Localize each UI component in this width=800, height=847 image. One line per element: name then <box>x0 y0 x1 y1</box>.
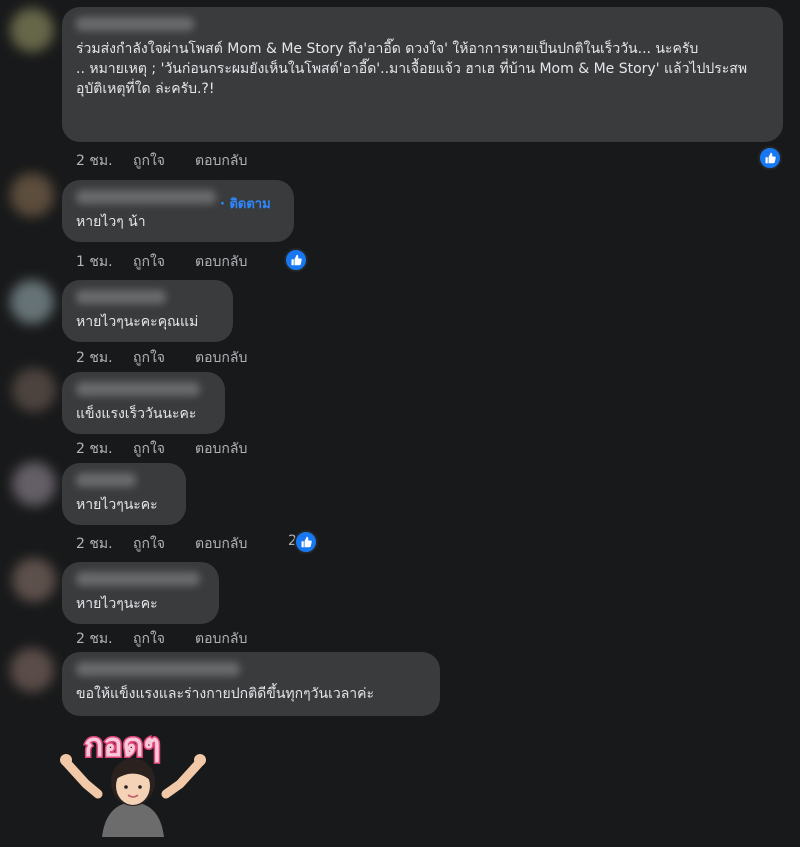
comment-actions: 2 ชม. ถูกใจ ตอบกลับ <box>76 150 247 172</box>
author-name[interactable] <box>76 473 136 487</box>
avatar[interactable] <box>12 462 56 506</box>
reply-button[interactable]: ตอบกลับ <box>195 438 247 460</box>
comment-actions: 1 ชม. ถูกใจ ตอบกลับ <box>76 251 247 273</box>
reply-button[interactable]: ตอบกลับ <box>195 628 247 650</box>
like-button[interactable]: ถูกใจ <box>133 347 195 369</box>
comment-text: ร่วมส่งกำลังใจผ่านโพสต์ Mom & Me Story ถ… <box>76 41 748 97</box>
reply-button[interactable]: ตอบกลับ <box>195 533 247 555</box>
like-button[interactable]: ถูกใจ <box>133 150 195 172</box>
avatar[interactable] <box>10 173 54 217</box>
comment-bubble: หายไวๆนะคะ <box>62 463 186 525</box>
like-button[interactable]: ถูกใจ <box>133 251 195 273</box>
author-name[interactable] <box>76 17 194 31</box>
author-name[interactable] <box>76 290 166 304</box>
comment-actions: 2 ชม. ถูกใจ ตอบกลับ <box>76 628 247 650</box>
reply-button[interactable]: ตอบกลับ <box>195 347 247 369</box>
timestamp[interactable]: 2 ชม. <box>76 150 133 172</box>
avatar[interactable] <box>10 280 54 324</box>
sticker-text: กอดๆ <box>84 726 161 764</box>
comment-bubble: แข็งแรงเร็ววันนะคะ <box>62 372 225 434</box>
follow-link[interactable]: · ติดตาม <box>220 193 271 214</box>
like-reaction-icon[interactable] <box>758 146 782 170</box>
comment-text: หายไวๆนะคะ <box>76 596 158 612</box>
comment-bubble: ร่วมส่งกำลังใจผ่านโพสต์ Mom & Me Story ถ… <box>62 7 783 142</box>
comment-actions: 2 ชม. ถูกใจ ตอบกลับ <box>76 347 247 369</box>
timestamp[interactable]: 2 ชม. <box>76 533 133 555</box>
hug-sticker-icon: กอดๆ <box>58 722 208 837</box>
author-name[interactable] <box>76 662 240 676</box>
timestamp[interactable]: 2 ชม. <box>76 438 133 460</box>
comment-actions: 2 ชม. ถูกใจ ตอบกลับ <box>76 533 247 555</box>
timestamp[interactable]: 2 ชม. <box>76 347 133 369</box>
avatar[interactable] <box>12 558 56 602</box>
like-button[interactable]: ถูกใจ <box>133 628 195 650</box>
avatar[interactable] <box>12 368 56 412</box>
author-name[interactable] <box>76 190 216 204</box>
avatar[interactable] <box>10 8 54 52</box>
avatar[interactable] <box>10 648 54 692</box>
timestamp[interactable]: 1 ชม. <box>76 251 133 273</box>
like-reaction-icon[interactable] <box>284 248 308 272</box>
timestamp[interactable]: 2 ชม. <box>76 628 133 650</box>
reply-button[interactable]: ตอบกลับ <box>195 251 247 273</box>
like-button[interactable]: ถูกใจ <box>133 533 195 555</box>
comment-text: ขอให้แข็งแรงและร่างกายปกติดีขึ้นทุกๆวันเ… <box>76 686 375 702</box>
comment-actions: 2 ชม. ถูกใจ ตอบกลับ <box>76 438 247 460</box>
comment-text: แข็งแรงเร็ววันนะคะ <box>76 406 197 422</box>
like-button[interactable]: ถูกใจ <box>133 438 195 460</box>
like-reaction-icon[interactable] <box>294 530 318 554</box>
comment-text: หายไวๆนะคะคุณแม่ <box>76 314 199 330</box>
comment-bubble: หายไวๆนะคะคุณแม่ <box>62 280 233 342</box>
comment-text: หายไวๆ น้า <box>76 214 146 230</box>
author-name[interactable] <box>76 572 200 586</box>
comment-bubble: หายไวๆนะคะ <box>62 562 219 624</box>
comment-text: หายไวๆนะคะ <box>76 497 158 513</box>
author-name[interactable] <box>76 382 200 396</box>
comment-bubble: ขอให้แข็งแรงและร่างกายปกติดีขึ้นทุกๆวันเ… <box>62 652 440 716</box>
reply-button[interactable]: ตอบกลับ <box>195 150 247 172</box>
